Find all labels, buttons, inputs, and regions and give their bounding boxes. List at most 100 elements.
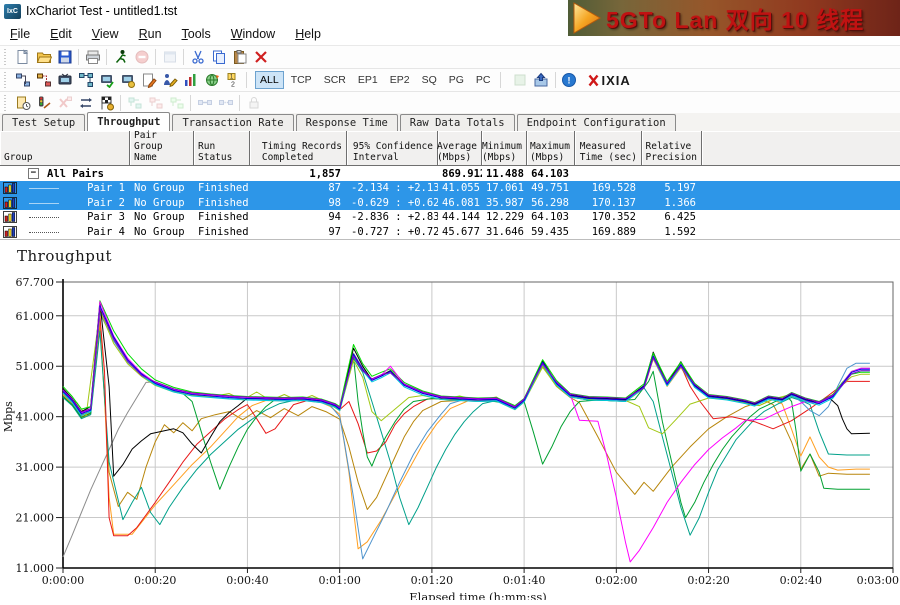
- precision-cell: 6.425: [642, 211, 702, 223]
- toolbar-separator: [106, 49, 107, 65]
- minimum-cell: 31.646: [482, 226, 527, 238]
- add-pair-icon[interactable]: [12, 70, 33, 90]
- y-axis-label: Mbps: [2, 401, 15, 432]
- info-icon[interactable]: !: [559, 70, 580, 90]
- edit-run-options-icon[interactable]: [159, 70, 180, 90]
- menu-window[interactable]: Window: [221, 25, 285, 43]
- tab-response-time[interactable]: Response Time: [296, 114, 398, 131]
- renumber-pairs-icon[interactable]: 12: [222, 70, 243, 90]
- tree-branch-line: [29, 216, 59, 218]
- menu-file[interactable]: File: [0, 25, 40, 43]
- filter-tcp[interactable]: TCP: [286, 71, 317, 89]
- tab-test-setup[interactable]: Test Setup: [2, 114, 85, 131]
- pair-type-filters: ALLTCPSCREP1EP2SQPGPC: [254, 71, 497, 89]
- add-vpn-pair-icon[interactable]: [33, 70, 54, 90]
- new-test-icon[interactable]: [12, 47, 33, 67]
- measured-time-cell: 169.528: [575, 182, 642, 194]
- column-header-group[interactable]: Group: [0, 131, 130, 165]
- chart-title: Throughput: [17, 247, 112, 265]
- menu-run[interactable]: Run: [129, 25, 172, 43]
- view-endpoints-icon[interactable]: [54, 70, 75, 90]
- table-row-pair-4[interactable]: Pair 4No GroupFinished97-0.727 : +0.7274…: [0, 225, 900, 240]
- column-header-label: Timing Records Completed: [262, 141, 342, 163]
- add-multicast-group-icon[interactable]: [75, 70, 96, 90]
- tv-payload-icon[interactable]: [117, 70, 138, 90]
- filter-ep1[interactable]: EP1: [353, 71, 383, 89]
- filter-pg[interactable]: PG: [444, 71, 469, 89]
- window-title: IxChariot Test - untitled1.tst: [26, 4, 177, 18]
- finish-flag-icon[interactable]: [96, 93, 117, 113]
- group-cell: Pair 3: [0, 211, 130, 223]
- column-header-label: Pair Group Name: [134, 130, 189, 163]
- column-header-label: Group: [4, 152, 33, 163]
- menu-edit[interactable]: Edit: [40, 25, 82, 43]
- open-test-icon[interactable]: [33, 47, 54, 67]
- compare-pairs-icon: [124, 93, 145, 113]
- table-row-pair-1[interactable]: Pair 1No GroupFinished87-2.134 : +2.1344…: [0, 181, 900, 196]
- filter-pc[interactable]: PC: [471, 71, 496, 89]
- filter-ep2[interactable]: EP2: [385, 71, 415, 89]
- cut-icon[interactable]: [187, 47, 208, 67]
- x-tick-label: 0:01:40: [503, 574, 545, 587]
- x-axis-label: Elapsed time (h:mm:ss): [409, 590, 546, 600]
- menu-help[interactable]: Help: [285, 25, 331, 43]
- toolbar-grip[interactable]: [3, 49, 8, 65]
- column-header-minimum-mbps[interactable]: Minimum (Mbps): [482, 131, 527, 165]
- toolbar-grip[interactable]: [3, 72, 8, 88]
- tab-throughput[interactable]: Throughput: [87, 112, 170, 132]
- swap-endpoints-icon[interactable]: [75, 93, 96, 113]
- all-pairs-label: All Pairs: [47, 168, 104, 180]
- tab-raw-data-totals[interactable]: Raw Data Totals: [400, 114, 515, 131]
- maximum-cell: 64.103: [527, 211, 575, 223]
- app-icon: IxC: [4, 4, 21, 19]
- delete-icon[interactable]: [250, 47, 271, 67]
- toolbar-separator: [183, 49, 184, 65]
- group-cell: Pair 1: [0, 182, 130, 194]
- print-icon[interactable]: [82, 47, 103, 67]
- column-header-maximum-mbps[interactable]: Maximum (Mbps): [527, 131, 575, 165]
- web-update-icon[interactable]: [201, 70, 222, 90]
- filter-sq[interactable]: SQ: [417, 71, 442, 89]
- paste-icon[interactable]: [229, 47, 250, 67]
- copy-icon[interactable]: [208, 47, 229, 67]
- edit-script-icon[interactable]: [138, 70, 159, 90]
- column-header-label: Measured Time (sec): [580, 141, 637, 163]
- column-header-average-mbps[interactable]: Average (Mbps): [438, 131, 482, 165]
- table-row-pair-3[interactable]: Pair 3No GroupFinished94-2.836 : +2.8364…: [0, 210, 900, 225]
- table-row-pair-2[interactable]: Pair 2No GroupFinished98-0.629 : +0.6294…: [0, 196, 900, 211]
- menu-tools[interactable]: Tools: [172, 25, 221, 43]
- column-header-timing-records-completed[interactable]: Timing Records Completed: [250, 131, 347, 165]
- y-tick-label: 31.000: [16, 461, 55, 474]
- maximum-cell: 56.298: [527, 197, 575, 209]
- column-header-label: 95% Confidence Interval: [353, 141, 433, 163]
- x-tick-label: 0:00:00: [42, 574, 84, 587]
- series-line-gray: [63, 353, 870, 557]
- collapse-icon[interactable]: −: [28, 168, 39, 179]
- clipboard-clock-icon[interactable]: [12, 93, 33, 113]
- run-test-icon[interactable]: [110, 47, 131, 67]
- tab-transaction-rate[interactable]: Transaction Rate: [172, 114, 293, 131]
- tv-check-icon[interactable]: [96, 70, 117, 90]
- upload-config-icon[interactable]: [531, 70, 552, 90]
- save-test-icon[interactable]: [54, 47, 75, 67]
- traffic-light-icon[interactable]: [33, 93, 54, 113]
- precision-cell: 1.366: [642, 197, 702, 209]
- pair-label: Pair 3: [59, 211, 130, 223]
- tab-endpoint-configuration[interactable]: Endpoint Configuration: [517, 114, 676, 131]
- table-row-all-pairs[interactable]: −All Pairs1,857869.91211.48864.103: [0, 166, 900, 181]
- filter-scr[interactable]: SCR: [319, 71, 351, 89]
- series-line-yellow-green: [63, 311, 870, 434]
- average-cell: 44.144: [438, 211, 482, 223]
- menu-view[interactable]: View: [82, 25, 129, 43]
- toolbar-grip[interactable]: [3, 95, 8, 111]
- toolbar-separator: [555, 72, 556, 88]
- column-header-pair-group-name[interactable]: Pair Group Name: [130, 131, 194, 165]
- run-chart-icon[interactable]: [180, 70, 201, 90]
- run-status-cell: Finished: [194, 226, 250, 238]
- filter-all[interactable]: ALL: [255, 71, 284, 89]
- precision-cell: 5.197: [642, 182, 702, 194]
- column-header-95-confidence-interval[interactable]: 95% Confidence Interval: [347, 131, 438, 165]
- column-header-run-status[interactable]: Run Status: [194, 131, 250, 165]
- column-header-measured-time-sec[interactable]: Measured Time (sec): [575, 131, 642, 165]
- column-header-relative-precision[interactable]: Relative Precision: [642, 131, 702, 165]
